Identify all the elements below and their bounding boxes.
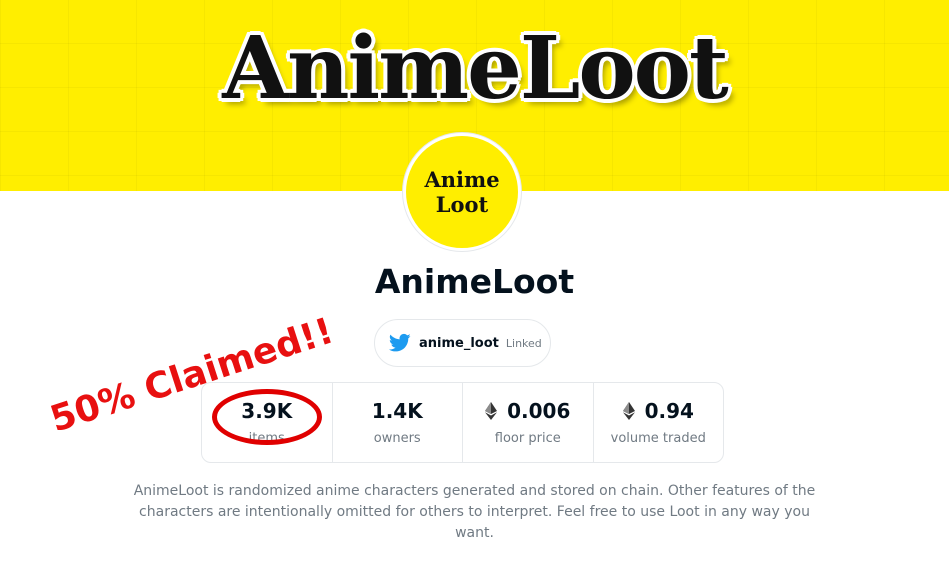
stat-owners[interactable]: 1.4K owners: [333, 383, 463, 462]
red-circle-annotation: [212, 389, 322, 445]
avatar-text-line-1: Anime: [424, 167, 500, 192]
stat-owners-value: 1.4K: [371, 399, 423, 423]
twitter-link-button[interactable]: anime_loot Linked: [374, 319, 551, 367]
stat-volume-traded-value: 0.94: [644, 399, 694, 423]
twitter-handle: anime_loot: [419, 335, 499, 351]
stat-owners-label: owners: [373, 431, 421, 446]
ethereum-icon: [485, 402, 498, 420]
stat-volume-traded-label: volume traded: [610, 431, 706, 446]
stat-floor-price-label: floor price: [494, 431, 561, 446]
ethereum-icon: [622, 402, 635, 420]
collection-description: AnimeLoot is randomized anime characters…: [133, 483, 816, 541]
banner-logo: AnimeLoot: [222, 18, 729, 119]
stat-floor-price[interactable]: 0.006 floor price: [463, 383, 594, 462]
collection-avatar[interactable]: Anime Loot: [403, 133, 521, 251]
stat-floor-price-value: 0.006: [507, 399, 571, 423]
linked-status: Linked: [505, 336, 542, 350]
avatar-text-line-2: Loot: [435, 192, 489, 217]
twitter-bird-icon: [389, 333, 411, 352]
collection-title: AnimeLoot: [374, 262, 575, 301]
stat-volume-traded[interactable]: 0.94 volume traded: [594, 383, 724, 462]
